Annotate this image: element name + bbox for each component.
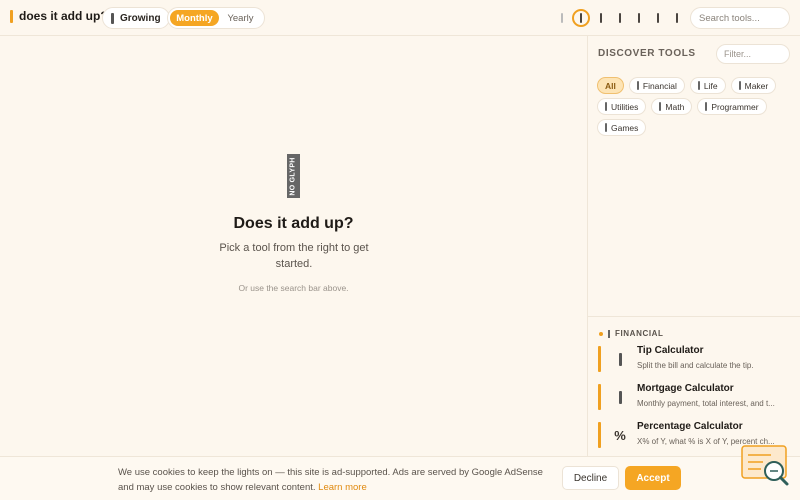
tool-desc: Monthly payment, total interest, and t..… [637,399,775,408]
tool-icon[interactable] [591,9,610,27]
tool-icon[interactable] [610,9,629,27]
mortgage-calculator-icon [612,389,628,405]
maker-icon [738,81,741,90]
tool-name: Tip Calculator [637,345,704,356]
percent-icon: % [614,427,626,443]
no-glyph-text: NO GLYPH [290,156,298,196]
tool-item[interactable]: Tip Calculator Split the bill and calcul… [598,343,793,375]
tip-calculator-icon [612,351,628,367]
chip-utilities[interactable]: Utilities [597,98,647,115]
top-bar: does it add up? Growing Monthly Yearly S… [0,0,800,36]
chip-label: Life [703,80,718,91]
tool-accent [598,422,601,448]
chip-label: Programmer [711,101,759,112]
brand-logo-icon [10,9,13,23]
tool-name: Percentage Calculator [637,421,743,432]
feedback-search-icon[interactable] [741,444,791,490]
no-glyph-icon: NO GLYPH [287,154,300,198]
yearly-button[interactable]: Yearly [219,10,262,26]
search-input[interactable]: Search tools... [690,7,790,29]
empty-state-title: Does it add up? [233,215,354,232]
decline-button[interactable]: Decline [562,466,619,490]
cookie-text: We use cookies to keep the lights on — t… [118,465,558,495]
chip-maker[interactable]: Maker [730,77,777,94]
selected-tool-icon[interactable] [572,9,590,27]
tool-icon[interactable] [667,9,686,27]
tool-icon-row [552,9,686,27]
games-icon [605,123,607,132]
tool-icon[interactable] [648,9,667,27]
learn-more-link[interactable]: Learn more [318,482,367,493]
empty-state-hint: Or use the search bar above. [238,283,349,293]
category-icon [608,329,610,338]
category-label: FINANCIAL [615,329,664,338]
chip-label: Financial [642,80,677,91]
brand-title: does it add up? [19,9,108,23]
chip-all[interactable]: All [597,77,624,94]
sidebar-heading: DISCOVER TOOLS [598,48,696,59]
chip-label: Utilities [611,101,639,112]
chip-programmer[interactable]: Programmer [697,98,767,115]
discover-sidebar: DISCOVER TOOLS Filter... All Financial L… [587,36,800,500]
tool-desc: Split the bill and calculate the tip. [637,361,754,370]
life-icon [697,81,700,90]
math-icon [659,102,662,111]
tool-item[interactable]: Mortgage Calculator Monthly payment, tot… [598,381,793,413]
brand[interactable]: does it add up? [10,9,108,23]
filter-input[interactable]: Filter... [716,44,790,64]
tool-icon[interactable] [629,9,648,27]
growing-label: Growing [120,12,161,24]
chip-label: Games [611,122,639,133]
empty-state-subtitle: Pick a tool from the right to get starte… [219,242,369,270]
chip-label: Maker [744,80,769,91]
category-heading: FINANCIAL [599,329,664,338]
category-chips: All Financial Life Maker Utilities Math … [597,77,793,136]
growing-pill[interactable]: Growing [102,7,170,29]
tool-icon[interactable] [552,9,571,27]
chip-life[interactable]: Life [689,77,726,94]
tool-accent [598,346,601,372]
category-dot-icon [599,331,603,336]
financial-icon [636,81,639,90]
accept-button[interactable]: Accept [625,466,681,490]
chip-label: All [605,80,616,91]
sidebar-divider [588,316,800,317]
tool-accent [598,384,601,410]
programmer-icon [705,102,708,111]
growing-icon [111,12,114,24]
tool-name: Mortgage Calculator [637,383,734,394]
chip-label: Math [665,101,685,112]
cookie-banner: We use cookies to keep the lights on — t… [0,456,800,500]
monthly-button[interactable]: Monthly [170,10,219,26]
chip-financial[interactable]: Financial [628,77,685,94]
utilities-icon [605,102,607,111]
billing-toggle: Monthly Yearly [167,7,265,29]
chip-games[interactable]: Games [597,119,647,136]
chip-math[interactable]: Math [651,98,693,115]
